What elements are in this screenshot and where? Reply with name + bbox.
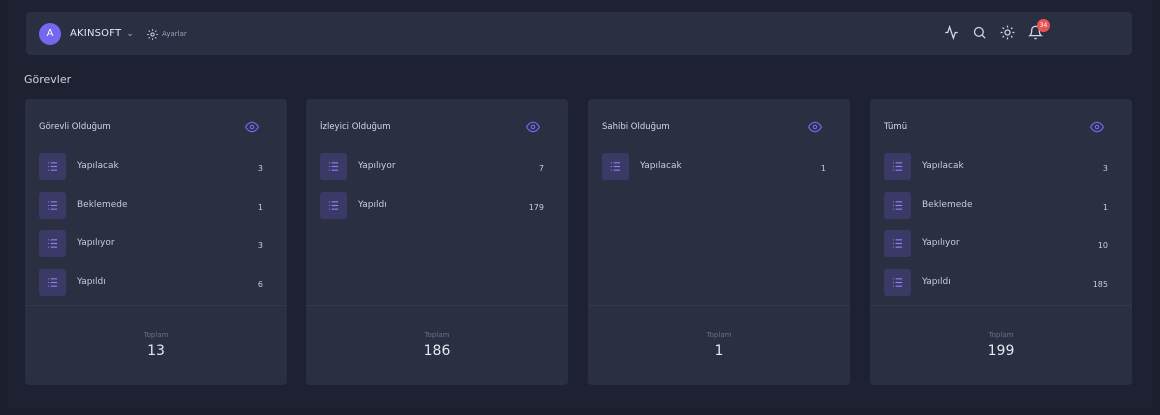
row-label: Yapılıyor	[358, 161, 396, 171]
card-title: Görevli Olduğum	[39, 122, 111, 132]
list-icon	[320, 191, 347, 219]
row-label: Yapılıyor	[77, 238, 115, 248]
row-label: Yapılacak	[922, 161, 964, 171]
company-switcher[interactable]: AKINSOFT ⌄	[70, 25, 134, 43]
total-value: 1	[714, 343, 724, 359]
row-label: Beklemede	[77, 199, 128, 210]
list-icon	[884, 153, 911, 180]
card-footer: Toplam 13	[25, 305, 287, 385]
list-icon	[39, 268, 66, 296]
row-count: 179	[528, 202, 544, 212]
list-icon	[884, 191, 911, 219]
list-item[interactable]: Yapılıyor 3	[39, 230, 273, 269]
list-icon	[320, 153, 347, 180]
row-count: 185	[1092, 279, 1108, 289]
list-item[interactable]: Yapıldı 179	[320, 191, 554, 231]
task-card-owner: Sahibi Olduğum Yapılacak 1 Toplam 1	[588, 99, 850, 385]
page-title: Görevler	[24, 73, 72, 86]
search-icon[interactable]	[972, 25, 987, 40]
eye-icon[interactable]	[1090, 121, 1104, 133]
row-count: 10	[1097, 241, 1108, 250]
row-label: Yapılacak	[640, 161, 682, 171]
row-label: Yapıldı	[358, 199, 387, 210]
sun-icon[interactable]	[1000, 25, 1015, 40]
chevron-down-icon: ⌄	[126, 29, 135, 39]
settings-link[interactable]: Ayarlar	[146, 25, 187, 43]
activity-icon[interactable]	[944, 24, 959, 41]
card-footer: Toplam 186	[306, 305, 568, 385]
row-count: 3	[257, 164, 263, 173]
top-navbar: A AKINSOFT ⌄ Ayarlar 34	[26, 12, 1132, 55]
row-label: Yapıldı	[77, 276, 106, 287]
row-label: Yapılıyor	[922, 238, 960, 248]
total-label: Toplam	[143, 331, 169, 339]
bell-icon[interactable]: 34	[1027, 19, 1050, 40]
list-icon	[39, 191, 66, 219]
avatar[interactable]: A	[39, 23, 61, 45]
row-label: Yapılacak	[77, 161, 119, 171]
list-item[interactable]: Yapılacak 3	[884, 153, 1118, 192]
row-count: 1	[820, 164, 826, 173]
gear-icon	[147, 28, 158, 40]
notification-badge: 34	[1037, 19, 1050, 32]
list-icon	[39, 230, 66, 257]
list-item[interactable]: Yapıldı 6	[39, 268, 273, 308]
row-count: 7	[538, 164, 544, 173]
card-footer: Toplam 1	[588, 305, 850, 385]
list-item[interactable]: Yapıldı 185	[884, 268, 1118, 308]
row-count: 6	[257, 279, 263, 289]
total-label: Toplam	[706, 331, 732, 339]
list-item[interactable]: Yapılacak 3	[39, 153, 273, 192]
settings-label: Ayarlar	[162, 30, 187, 38]
total-value: 199	[987, 343, 1015, 359]
list-item[interactable]: Beklemede 1	[884, 191, 1118, 231]
eye-icon[interactable]	[808, 121, 822, 133]
eye-icon[interactable]	[245, 121, 259, 133]
card-title: İzleyici Olduğum	[320, 122, 391, 132]
list-icon	[602, 153, 629, 180]
eye-icon[interactable]	[526, 121, 540, 133]
task-card-assigned: Görevli Olduğum Yapılacak 3 Beklemede 1 Ya…	[25, 99, 287, 385]
list-item[interactable]: Beklemede 1	[39, 191, 273, 231]
task-card-all: Tümü Yapılacak 3 Beklemede 1 Yapılıyor 10 Y…	[870, 99, 1132, 385]
card-footer: Toplam 199	[870, 305, 1132, 385]
list-item[interactable]: Yapılıyor 10	[884, 230, 1118, 269]
total-value: 186	[423, 343, 451, 359]
total-label: Toplam	[988, 331, 1014, 339]
company-name: AKINSOFT	[70, 28, 122, 39]
list-icon	[884, 268, 911, 296]
total-label: Toplam	[424, 331, 450, 339]
list-icon	[884, 230, 911, 257]
total-value: 13	[147, 343, 165, 359]
row-label: Yapıldı	[922, 276, 951, 287]
row-label: Beklemede	[922, 199, 973, 210]
list-icon	[39, 153, 66, 180]
row-count: 1	[257, 202, 263, 212]
task-card-watcher: İzleyici Olduğum Yapılıyor 7 Yapıldı 179 T…	[306, 99, 568, 385]
row-count: 3	[257, 241, 263, 250]
card-title: Sahibi Olduğum	[602, 122, 670, 132]
card-title: Tümü	[884, 122, 908, 132]
row-count: 3	[1102, 164, 1108, 173]
list-item[interactable]: Yapılıyor 7	[320, 153, 554, 192]
list-item[interactable]: Yapılacak 1	[602, 153, 836, 192]
row-count: 1	[1102, 202, 1108, 212]
